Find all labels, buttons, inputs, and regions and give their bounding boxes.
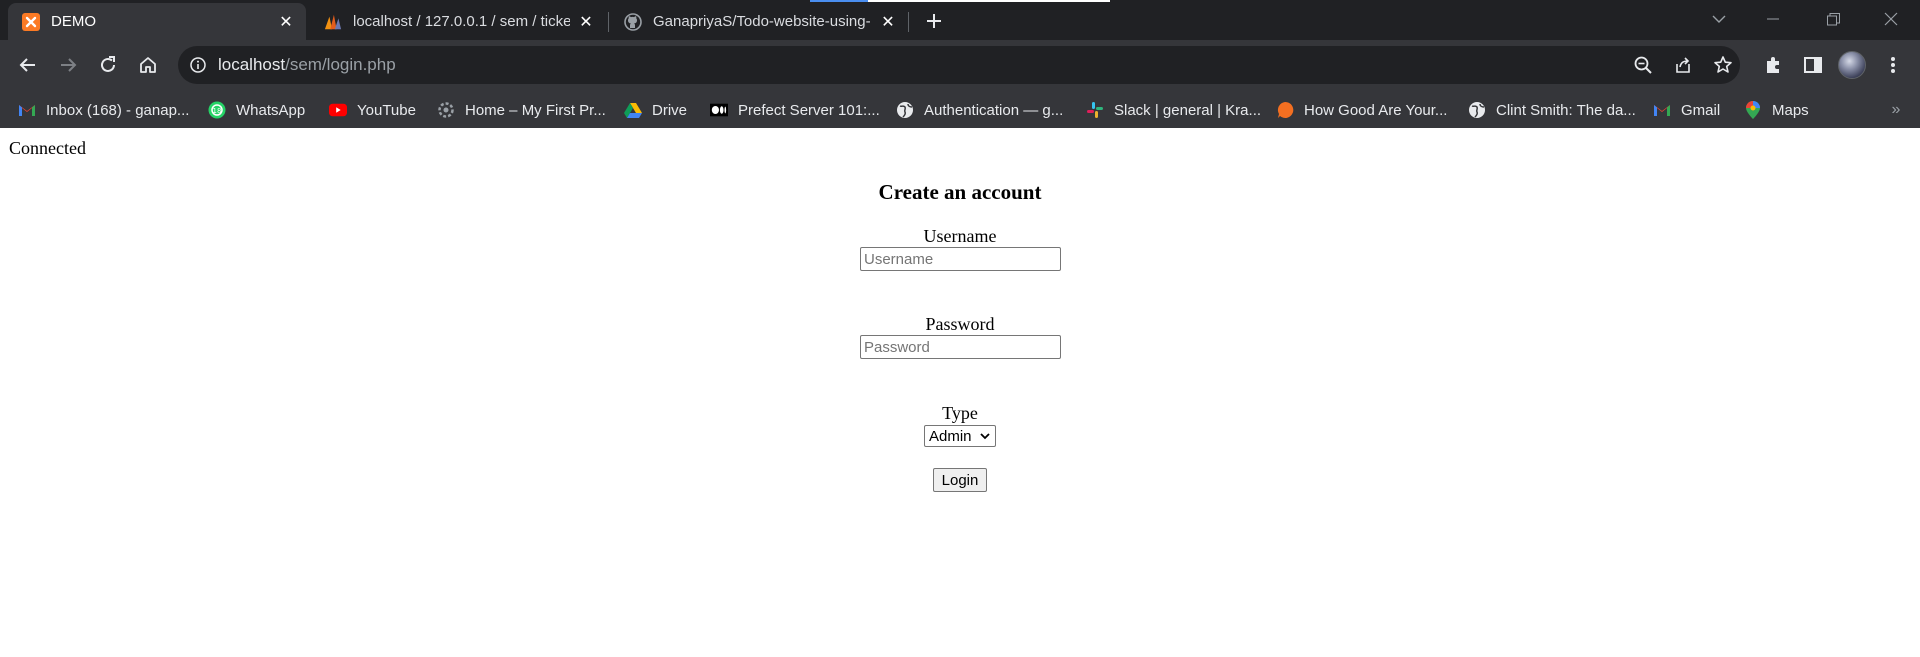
gmail-icon: [18, 101, 36, 119]
side-panel-icon[interactable]: [1800, 52, 1826, 78]
restore-icon: [1826, 12, 1840, 25]
tab-separator: [608, 12, 609, 32]
gmail-icon: [1653, 101, 1671, 119]
tab-title: GanapriyaS/Todo-website-using-: [653, 13, 871, 30]
forward-button[interactable]: [52, 49, 84, 81]
zoom-icon[interactable]: [1631, 53, 1655, 77]
orange-bubble-icon: [1276, 101, 1294, 119]
chevron-down-icon: [980, 433, 990, 440]
gear-icon: [437, 101, 455, 119]
avatar[interactable]: [1838, 51, 1866, 79]
home-icon: [140, 57, 156, 73]
minimize-button[interactable]: [1750, 0, 1796, 38]
url-host: localhost: [218, 55, 286, 74]
share-icon[interactable]: [1671, 53, 1695, 77]
bookmark-item[interactable]: Home – My First Pr...: [437, 98, 606, 122]
close-icon: [1884, 12, 1898, 26]
close-icon[interactable]: ✕: [276, 12, 296, 32]
url-text[interactable]: localhost/sem/login.php: [218, 55, 396, 75]
home-button[interactable]: [132, 49, 164, 81]
bookmark-item[interactable]: Gmail: [1653, 98, 1720, 122]
medium-icon: [710, 101, 728, 119]
address-bar[interactable]: localhost/sem/login.php: [178, 46, 1740, 84]
tab-search-button[interactable]: [1696, 0, 1742, 38]
login-button[interactable]: Login: [933, 468, 987, 492]
tab-title: localhost / 127.0.0.1 / sem / ticke: [353, 13, 570, 30]
arrow-right-icon: [61, 58, 77, 72]
close-icon[interactable]: ✕: [576, 12, 596, 32]
bookmark-item[interactable]: Slack | general | Kra...: [1086, 98, 1261, 122]
drive-icon: [624, 101, 642, 119]
tab-separator: [908, 12, 909, 32]
maps-icon: [1744, 101, 1762, 119]
whatsapp-icon: 18: [208, 101, 226, 119]
tab-demo[interactable]: DEMO ✕: [8, 3, 306, 40]
bookmark-item[interactable]: Maps: [1744, 98, 1809, 122]
globe-icon: [1468, 101, 1486, 119]
minimize-icon: [1767, 18, 1779, 20]
close-icon[interactable]: ✕: [878, 12, 898, 32]
browser-toolbar: localhost/sem/login.php: [0, 40, 1920, 90]
page-title: Create an account: [878, 180, 1042, 204]
back-button[interactable]: [12, 49, 44, 81]
phpmyadmin-icon: [324, 13, 342, 31]
connection-status: Connected: [9, 138, 86, 158]
tab-title: DEMO: [51, 13, 96, 30]
restore-button[interactable]: [1810, 0, 1856, 38]
tab-phpmyadmin[interactable]: localhost / 127.0.0.1 / sem / ticke ✕: [310, 3, 606, 40]
close-window-button[interactable]: [1868, 0, 1914, 38]
youtube-icon: [329, 101, 347, 119]
type-label: Type: [942, 403, 978, 423]
xampp-icon: [22, 12, 40, 31]
bookmark-item[interactable]: How Good Are Your...: [1276, 98, 1447, 122]
extensions-icon[interactable]: [1760, 52, 1786, 78]
bookmark-item[interactable]: YouTube: [329, 98, 416, 122]
plus-icon: [927, 14, 941, 28]
password-label: Password: [925, 314, 995, 334]
bookmarks-bar: Inbox (168) - ganap... 18 WhatsApp YouTu…: [0, 90, 1920, 128]
chevron-down-icon: [1712, 15, 1726, 23]
bookmarks-overflow-icon[interactable]: »: [1884, 98, 1908, 122]
bookmark-item[interactable]: Clint Smith: The da...: [1468, 98, 1636, 122]
type-select[interactable]: Admin: [924, 425, 996, 447]
bookmark-item[interactable]: Prefect Server 101:...: [710, 98, 880, 122]
slack-icon: [1086, 101, 1104, 119]
info-icon[interactable]: [188, 55, 208, 75]
svg-text:18: 18: [213, 107, 222, 115]
page-content: Connected Create an account Username Pas…: [0, 128, 1920, 657]
bookmark-item[interactable]: Inbox (168) - ganap...: [18, 98, 189, 122]
password-field[interactable]: [860, 335, 1061, 359]
url-path: /sem/login.php: [285, 55, 396, 74]
bookmark-item[interactable]: 18 WhatsApp: [208, 98, 305, 122]
loading-bar-accent: [810, 0, 868, 2]
username-label: Username: [923, 226, 997, 246]
new-tab-button[interactable]: [922, 9, 946, 33]
reload-icon: [101, 56, 115, 72]
bookmark-item[interactable]: Drive: [624, 98, 687, 122]
type-select-value: Admin: [929, 427, 972, 445]
tab-github[interactable]: GanapriyaS/Todo-website-using- ✕: [610, 3, 908, 40]
bookmark-star-icon[interactable]: [1711, 53, 1735, 77]
arrow-left-icon: [19, 58, 35, 72]
reload-button[interactable]: [92, 49, 124, 81]
tab-strip: DEMO ✕ localhost / 127.0.0.1 / sem / tic…: [0, 0, 1920, 40]
globe-icon: [896, 101, 914, 119]
github-icon: [624, 12, 642, 31]
menu-icon[interactable]: [1880, 52, 1906, 78]
bookmark-item[interactable]: Authentication — g...: [896, 98, 1063, 122]
username-field[interactable]: [860, 247, 1061, 271]
